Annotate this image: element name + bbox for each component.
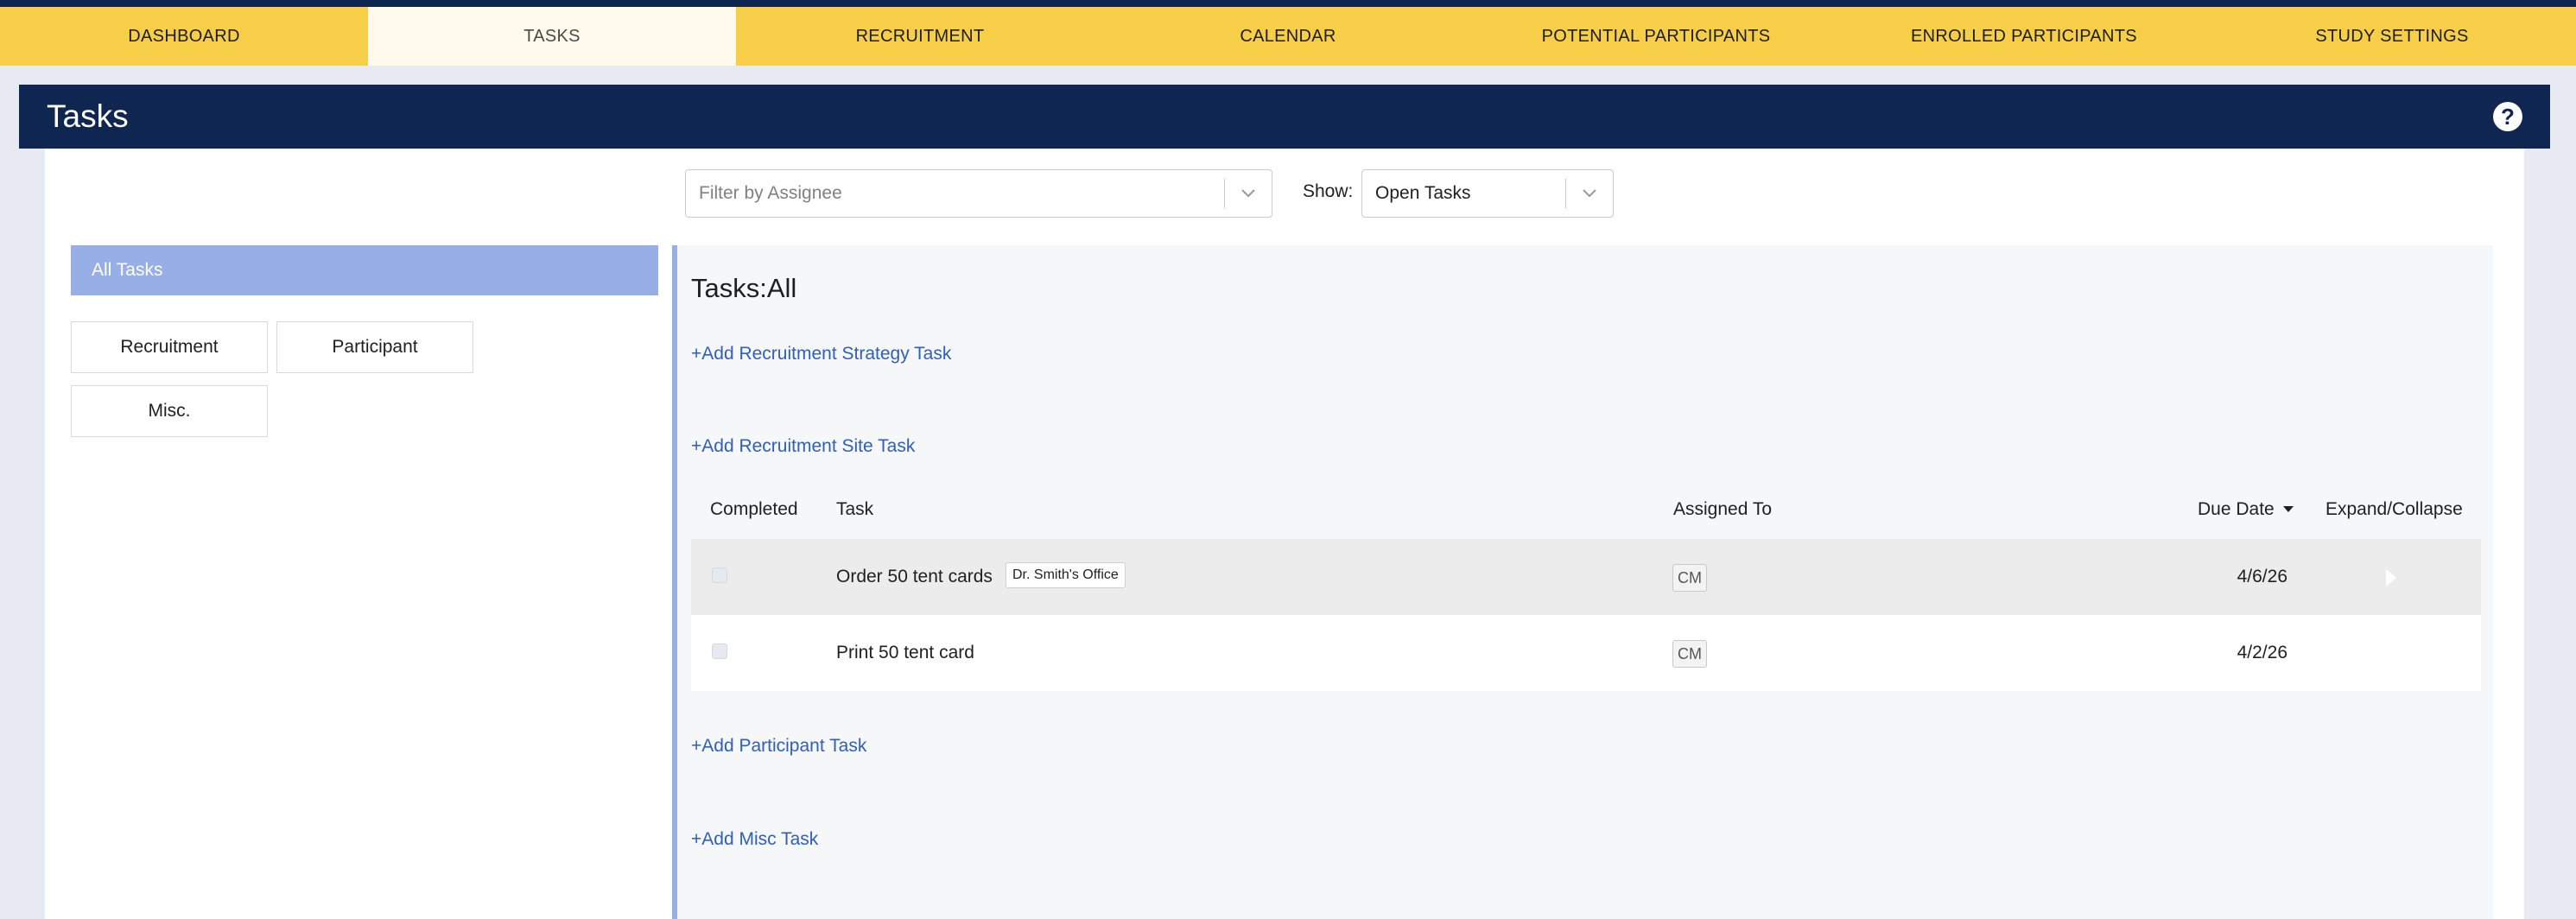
assignee-avatar: CM xyxy=(1672,640,1707,668)
column-header-expand-collapse: Expand/Collapse xyxy=(2325,499,2463,519)
task-name: Order 50 tent cards xyxy=(836,567,993,586)
assignee-avatar: CM xyxy=(1672,564,1707,592)
assignee-filter-placeholder: Filter by Assignee xyxy=(699,183,842,203)
due-date: 4/6/26 xyxy=(2237,567,2287,586)
column-header-assigned-to: Assigned To xyxy=(1673,499,1773,519)
nav-tab-enrolled-participants[interactable]: ENROLLED PARTICIPANTS xyxy=(1840,7,2208,66)
column-header-completed: Completed xyxy=(710,499,798,519)
category-misc-button[interactable]: Misc. xyxy=(71,385,268,437)
expand-arrow-icon[interactable] xyxy=(2386,569,2396,586)
nav-tab-calendar[interactable]: CALENDAR xyxy=(1104,7,1472,66)
page-header: Tasks ? xyxy=(19,85,2550,149)
add-recruitment-strategy-task-link[interactable]: +Add Recruitment Strategy Task xyxy=(691,344,951,364)
show-label: Show: xyxy=(1303,181,1354,201)
help-icon[interactable]: ? xyxy=(2493,102,2522,131)
nav-tab-recruitment[interactable]: RECRUITMENT xyxy=(736,7,1104,66)
task-name: Print 50 tent card xyxy=(836,643,974,662)
completed-checkbox[interactable] xyxy=(712,643,727,659)
main-nav: DASHBOARD TASKS RECRUITMENT CALENDAR POT… xyxy=(0,7,2576,66)
nav-tab-potential-participants[interactable]: POTENTIAL PARTICIPANTS xyxy=(1472,7,1840,66)
nav-tab-study-settings[interactable]: STUDY SETTINGS xyxy=(2208,7,2576,66)
due-date-label: Due Date xyxy=(2198,499,2275,519)
nav-tab-dashboard[interactable]: DASHBOARD xyxy=(0,7,368,66)
show-filter-select[interactable]: Open Tasks xyxy=(1361,169,1614,218)
top-strip xyxy=(0,0,2576,7)
table-row: Print 50 tent card CM 4/2/26 xyxy=(691,615,2481,691)
completed-checkbox[interactable] xyxy=(712,567,727,583)
chevron-down-icon[interactable] xyxy=(1566,188,1613,199)
chevron-down-icon[interactable] xyxy=(1225,188,1272,199)
tasks-content: Tasks:All +Add Recruitment Strategy Task… xyxy=(672,245,2493,919)
page-title: Tasks xyxy=(47,98,129,134)
nav-tab-tasks[interactable]: TASKS xyxy=(368,7,736,66)
column-header-task: Task xyxy=(836,499,874,519)
add-misc-task-link[interactable]: +Add Misc Task xyxy=(691,829,818,850)
category-recruitment-button[interactable]: Recruitment xyxy=(71,321,268,373)
due-date: 4/2/26 xyxy=(2237,643,2287,662)
column-header-due-date[interactable]: Due Date xyxy=(2198,499,2294,520)
show-filter-value: Open Tasks xyxy=(1375,183,1471,203)
assignee-filter-select[interactable]: Filter by Assignee xyxy=(685,169,1272,218)
category-participant-button[interactable]: Participant xyxy=(276,321,473,373)
sort-down-icon xyxy=(2282,506,2294,513)
table-row: Order 50 tent cards Dr. Smith's Office C… xyxy=(691,539,2481,615)
add-participant-task-link[interactable]: +Add Participant Task xyxy=(691,736,866,757)
tasks-heading: Tasks:All xyxy=(691,273,797,303)
site-tag: Dr. Smith's Office xyxy=(1006,562,1126,588)
all-tasks-item[interactable]: All Tasks xyxy=(71,245,658,295)
add-recruitment-site-task-link[interactable]: +Add Recruitment Site Task xyxy=(691,436,915,457)
content-left-border xyxy=(672,245,677,919)
